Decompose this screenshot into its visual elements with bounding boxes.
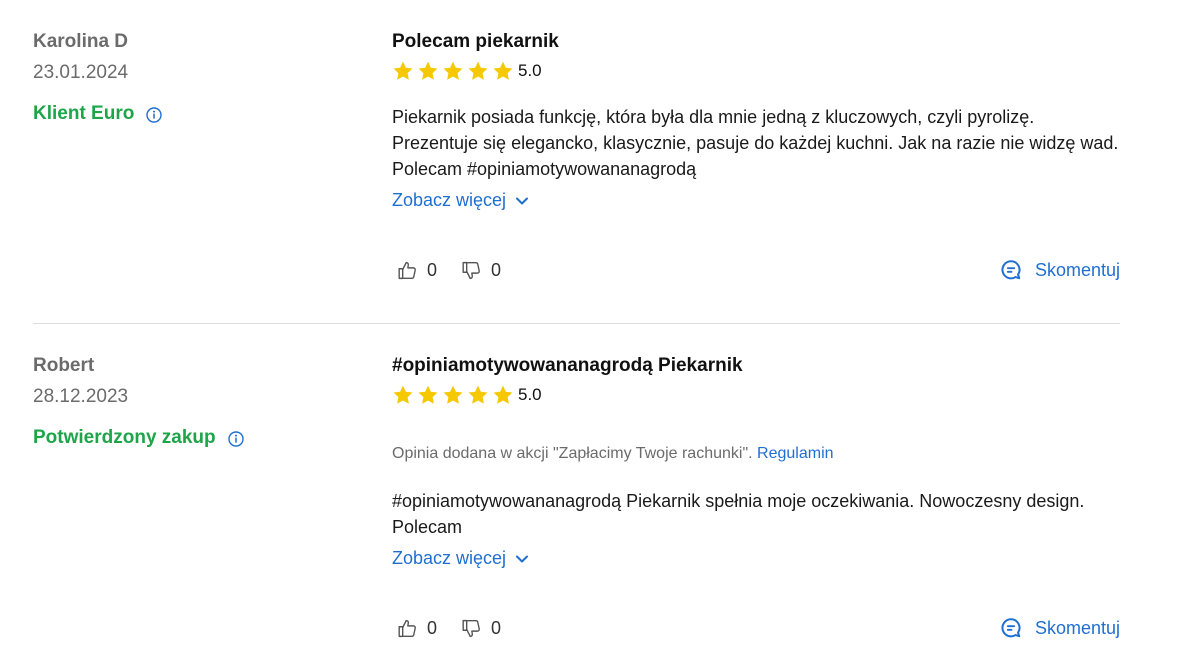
comment-icon bbox=[1001, 260, 1021, 280]
rating-value: 5.0 bbox=[518, 61, 542, 80]
dislike-count: 0 bbox=[491, 259, 502, 280]
chevron-down-icon bbox=[516, 197, 529, 204]
review-title: Polecam piekarnik bbox=[392, 31, 559, 52]
review-text: #opiniamotywowananagrodą Piekarnik spełn… bbox=[392, 491, 1085, 537]
review-date: 23.01.2024 bbox=[33, 62, 129, 83]
star-icon bbox=[393, 61, 413, 80]
see-more-label: Zobacz więcej bbox=[392, 190, 507, 210]
like-count: 0 bbox=[427, 259, 438, 280]
comment-icon bbox=[1001, 618, 1021, 638]
buyer-badge: Potwierdzony zakup bbox=[33, 427, 244, 449]
star-rating: 5.0 bbox=[392, 60, 542, 82]
buyer-badge: Klient Euro bbox=[33, 103, 163, 125]
thumbs-down-icon bbox=[462, 261, 480, 279]
thumbs-down-icon bbox=[462, 619, 480, 637]
star-rating: 5.0 bbox=[392, 384, 542, 406]
star-icon bbox=[468, 61, 488, 80]
comment-label: Skomentuj bbox=[1034, 617, 1120, 638]
star-icon bbox=[418, 385, 438, 404]
star-icon bbox=[443, 385, 463, 404]
reviews-list: Karolina D 23.01.2024 Klient Euro Poleca… bbox=[0, 0, 1186, 652]
review-content: #opiniamotywowananagrodą Piekarnik 5.0 O… bbox=[392, 324, 1120, 652]
review-date: 28.12.2023 bbox=[33, 386, 129, 407]
see-more-button[interactable]: Zobacz więcej bbox=[392, 548, 529, 569]
author-name: Robert bbox=[33, 355, 95, 376]
badge-label: Klient Euro bbox=[33, 103, 135, 124]
review-item: Karolina D 23.01.2024 Klient Euro Poleca… bbox=[0, 0, 1186, 324]
rating-value: 5.0 bbox=[518, 385, 542, 404]
star-icon bbox=[493, 385, 513, 404]
campaign-text: Opinia dodana w akcji "Zapłacimy Twoje r… bbox=[392, 445, 753, 462]
review-content: Polecam piekarnik 5.0 Piekarnik posiada … bbox=[392, 0, 1120, 324]
thumbs-up-icon bbox=[398, 619, 416, 637]
author-name: Karolina D bbox=[33, 31, 129, 52]
review-actions: 0 0 Skomentuj bbox=[392, 617, 1120, 639]
star-icon bbox=[393, 385, 413, 404]
see-more-button[interactable]: Zobacz więcej bbox=[392, 190, 529, 211]
star-icon bbox=[468, 385, 488, 404]
dislike-count: 0 bbox=[491, 617, 502, 638]
review-title: #opiniamotywowananagrodą Piekarnik bbox=[392, 355, 743, 376]
comment-button[interactable]: Skomentuj bbox=[1000, 259, 1120, 281]
review-item: Robert 28.12.2023 Potwierdzony zakup #op… bbox=[0, 324, 1186, 652]
like-button[interactable]: 0 bbox=[397, 618, 437, 639]
regulations-link[interactable]: Regulamin bbox=[757, 445, 833, 462]
star-icon bbox=[443, 61, 463, 80]
badge-label: Potwierdzony zakup bbox=[33, 427, 216, 448]
like-button[interactable]: 0 bbox=[397, 260, 437, 281]
comment-button[interactable]: Skomentuj bbox=[1000, 617, 1120, 639]
star-icon bbox=[493, 61, 513, 80]
campaign-note: Opinia dodana w akcji "Zapłacimy Twoje r… bbox=[392, 445, 834, 463]
thumbs-up-icon bbox=[398, 261, 416, 279]
info-icon[interactable] bbox=[227, 431, 244, 447]
review-text: Piekarnik posiada funkcję, która była dl… bbox=[392, 107, 1119, 179]
info-icon[interactable] bbox=[146, 107, 163, 123]
like-count: 0 bbox=[427, 617, 438, 638]
review-actions: 0 0 Skomentuj bbox=[392, 259, 1120, 281]
dislike-button[interactable]: 0 bbox=[461, 260, 501, 281]
star-icon bbox=[418, 61, 438, 80]
dislike-button[interactable]: 0 bbox=[461, 618, 501, 639]
see-more-label: Zobacz więcej bbox=[392, 548, 507, 568]
comment-label: Skomentuj bbox=[1034, 259, 1120, 280]
chevron-down-icon bbox=[516, 555, 529, 562]
